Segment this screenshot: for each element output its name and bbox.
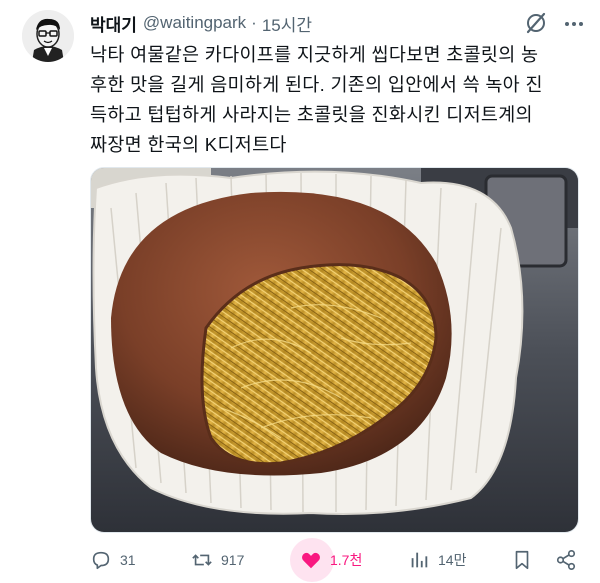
- heart-icon: [302, 552, 320, 569]
- tweet-text: 낙타 여물같은 카다이프를 지긋하게 씹다보면 초콜릿의 농 후한 맛을 길게 …: [90, 44, 543, 155]
- bookmark-icon: [515, 550, 529, 570]
- reply-icon: [92, 551, 110, 570]
- tweet-photo[interactable]: [90, 167, 579, 533]
- reply-count: 31: [120, 552, 136, 568]
- more-icon[interactable]: [562, 12, 586, 36]
- avatar[interactable]: [22, 10, 74, 62]
- share-button[interactable]: [555, 542, 585, 578]
- author-name[interactable]: 박대기: [90, 11, 137, 36]
- views-button[interactable]: 14만: [408, 542, 466, 578]
- author-handle[interactable]: @waitingpark: [143, 13, 246, 33]
- bookmark-button[interactable]: [511, 542, 541, 578]
- avatar-image: [22, 10, 74, 62]
- views-icon: [411, 552, 428, 568]
- grok-icon[interactable]: [524, 11, 548, 35]
- separator-dot: ·: [251, 13, 257, 32]
- dessert-photo-illustration: [91, 168, 578, 532]
- retweet-button[interactable]: 917: [191, 542, 244, 578]
- reply-button[interactable]: 31: [90, 542, 136, 578]
- retweet-icon: [192, 554, 212, 566]
- tweet-header: 박대기 @waitingpark · 15시간: [90, 10, 580, 36]
- tweet-action-bar: 31 917 1.7천 14만: [90, 538, 585, 582]
- like-count: 1.7천: [330, 552, 363, 568]
- share-icon: [556, 550, 576, 570]
- like-button[interactable]: 1.7천: [290, 538, 363, 582]
- views-count: 14만: [438, 552, 467, 568]
- retweet-count: 917: [221, 552, 245, 568]
- timestamp[interactable]: 15시간: [262, 11, 312, 36]
